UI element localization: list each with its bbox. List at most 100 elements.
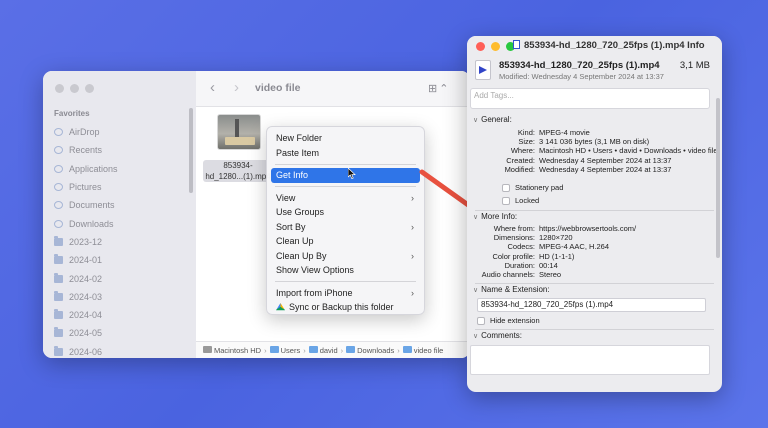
sidebar-item[interactable]: 2024-04 — [54, 306, 189, 324]
info-row-key: Codecs: — [507, 242, 535, 252]
sidebar-item[interactable]: 2024-01 — [54, 251, 189, 269]
menu-item-label-wrap: Sync or Backup this folder — [276, 300, 394, 315]
name-extension-input[interactable]: 853934-hd_1280_720_25fps (1).mp4 — [477, 298, 706, 313]
info-row-value: Wednesday 4 September 2024 at 13:37 — [539, 155, 672, 165]
mouse-cursor-icon — [348, 168, 356, 179]
checkbox-box[interactable] — [477, 316, 485, 325]
path-segment[interactable]: Users — [269, 345, 300, 355]
menu-item[interactable]: New Folder — [271, 131, 420, 146]
sidebar-item-label: Applications — [69, 163, 118, 174]
forward-button[interactable]: › — [234, 80, 239, 95]
sidebar-item[interactable]: Applications — [54, 160, 189, 178]
info-row-value: Stereo — [539, 270, 562, 280]
airdrop-icon — [54, 128, 63, 137]
close-button[interactable] — [476, 42, 485, 51]
general-section-header[interactable]: ∨ General: — [467, 114, 722, 126]
folder-icon — [54, 235, 63, 246]
comments-section-header[interactable]: ∨ Comments: — [467, 330, 722, 342]
path-segment[interactable]: david — [308, 345, 338, 355]
stationery-checkbox[interactable]: Stationery pad — [467, 181, 722, 194]
menu-item[interactable]: Import from iPhone › — [271, 286, 420, 301]
menu-item[interactable]: Use Groups — [271, 205, 420, 220]
menu-item[interactable]: Sort By › — [271, 220, 420, 235]
sidebar-item-label: Documents — [69, 200, 115, 211]
info-titlebar: 853934-hd_1280_720_25fps (1).mp4 Info — [467, 36, 722, 56]
path-bar: Macintosh HD › Users › david › Downloads › video… — [196, 341, 470, 358]
info-window-title: 853934-hd_1280_720_25fps (1).mp4 Info — [513, 40, 705, 51]
checkbox-box[interactable] — [502, 183, 510, 192]
hide-extension-checkbox[interactable]: Hide extension — [467, 314, 722, 327]
info-row-key: Color profile: — [492, 251, 535, 261]
video-thumbnail-icon[interactable] — [217, 114, 261, 150]
sidebar-item[interactable]: 2024-05 — [54, 324, 189, 342]
menu-item[interactable]: Show View Options — [271, 263, 420, 278]
menu-item-label-wrap: Import from iPhone — [276, 286, 353, 301]
context-menu: New Folder Paste Item Get Info View › Use Gro… — [266, 126, 425, 315]
path-segment-label: david — [319, 345, 338, 355]
menu-item[interactable]: Sync or Backup this folder — [271, 300, 420, 315]
comments-textarea[interactable] — [470, 345, 710, 376]
close-button[interactable] — [55, 84, 64, 93]
info-scrollbar[interactable] — [716, 98, 720, 258]
menu-item-label: Clean Up — [276, 236, 314, 246]
sidebar-item[interactable]: 2023-12 — [54, 233, 189, 251]
downloads-icon — [54, 219, 63, 228]
disk-icon — [203, 345, 212, 353]
info-row-key: Size: — [518, 137, 535, 147]
sidebar-list: AirDrop Recents Applications Pictures Docume… — [54, 123, 189, 358]
menu-item-label-wrap: Clean Up — [276, 234, 314, 249]
section-title: Name & Extension: — [481, 285, 550, 295]
info-row: Duration: 00:14 — [467, 261, 722, 270]
sidebar-item-label: 2024-04 — [69, 310, 103, 321]
folder-icon — [54, 309, 63, 320]
sidebar-item[interactable]: 2024-02 — [54, 269, 189, 287]
back-button[interactable]: ‹ — [210, 80, 215, 95]
info-row-key: Kind: — [517, 128, 535, 137]
sidebar-item[interactable]: 2024-03 — [54, 288, 189, 306]
file-name: 853934-hd_1280_720_25fps (1).mp4 — [499, 60, 660, 71]
menu-item[interactable]: Get Info — [271, 168, 420, 183]
view-mode-icon[interactable]: ⊞⌃ — [428, 82, 450, 95]
menu-item-label: Sort By — [276, 221, 306, 232]
info-header: 853934-hd_1280_720_25fps (1).mp4 3,1 MB … — [467, 56, 722, 86]
sidebar-item-label: Recents — [69, 145, 103, 156]
info-row: Created: Wednesday 4 September 2024 at 13… — [467, 156, 722, 165]
zoom-button[interactable] — [85, 84, 94, 93]
path-segment[interactable]: video file — [402, 345, 443, 355]
info-row: Modified: Wednesday 4 September 2024 at 1… — [467, 165, 722, 174]
sidebar-item[interactable]: AirDrop — [54, 123, 189, 141]
more-info-section-header[interactable]: ∨ More Info: — [467, 211, 722, 223]
info-row-key: Dimensions: — [493, 233, 535, 243]
sidebar-item[interactable]: Recents — [54, 141, 189, 159]
locked-checkbox[interactable]: Locked — [467, 194, 722, 207]
sidebar-item[interactable]: Documents — [54, 196, 189, 214]
info-row-value: https://webbrowsertools.com/ — [539, 224, 637, 234]
sidebar-scrollbar[interactable] — [189, 108, 193, 193]
info-row: Size: 3 141 036 bytes (3,1 MB on disk) — [467, 137, 722, 146]
google-drive-icon — [276, 303, 285, 311]
file-label-line: hd_1280...(1).mp4 — [205, 172, 271, 181]
menu-item[interactable]: Clean Up — [271, 234, 420, 249]
menu-item[interactable]: Clean Up By › — [271, 249, 420, 264]
chevron-down-icon: ∨ — [473, 214, 479, 222]
checkbox-box[interactable] — [502, 196, 510, 205]
sidebar-item[interactable]: Downloads — [54, 214, 189, 232]
path-segment[interactable]: Macintosh HD — [203, 345, 261, 355]
sidebar-item[interactable]: Pictures — [54, 178, 189, 196]
menu-item[interactable]: View › — [271, 191, 420, 206]
folder-icon — [54, 254, 63, 265]
path-segment[interactable]: Downloads — [346, 345, 394, 355]
clock-icon — [54, 146, 63, 155]
sidebar-item-label: Pictures — [69, 182, 102, 193]
sidebar-item[interactable]: 2024-06 — [54, 343, 189, 358]
chevron-right-icon: › — [411, 221, 414, 232]
minimize-button[interactable] — [70, 84, 79, 93]
name-extension-section-header[interactable]: ∨ Name & Extension: — [467, 284, 722, 296]
tags-field[interactable]: Add Tags... — [470, 88, 710, 109]
minimize-button[interactable] — [491, 42, 500, 51]
info-row-value: 00:14 — [539, 260, 558, 270]
menu-item[interactable]: Paste Item — [271, 146, 420, 161]
file-label[interactable]: 853934- hd_1280...(1).mp4 — [203, 160, 273, 182]
info-row: Where from: https://webbrowsertools.com/ — [467, 224, 722, 233]
info-row: Audio channels: Stereo — [467, 270, 722, 279]
